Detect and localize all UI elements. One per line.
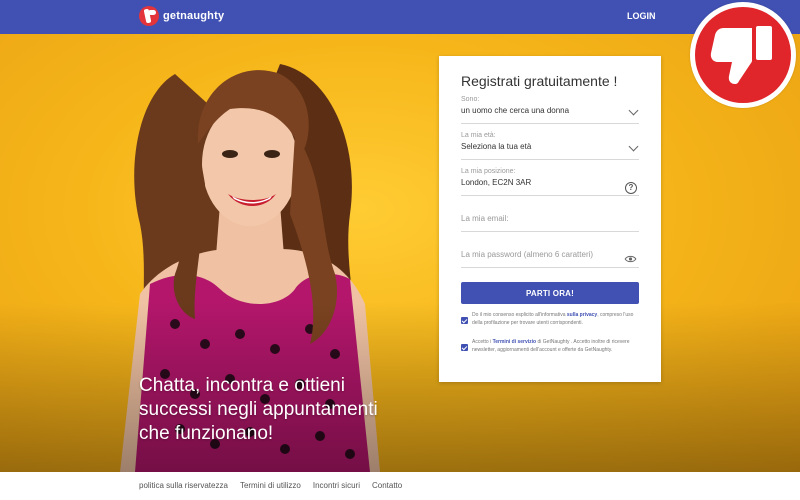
location-value: London, EC2N 3AR [461, 178, 532, 187]
age-select[interactable]: La mia età: Seleziona la tua età [461, 132, 639, 160]
privacy-checkbox[interactable] [461, 317, 468, 324]
password-placeholder: La mia password (almeno 6 caratteri) [461, 250, 594, 259]
tagline-line-3: che funzionano! [139, 423, 274, 444]
privacy-consent-text: Do il mio consenso esplicito all'informa… [472, 312, 634, 326]
site-logo[interactable]: getnaughty [139, 6, 224, 26]
privacy-consent: Do il mio consenso esplicito all'informa… [461, 312, 639, 327]
form-title: Registrati gratuitamente ! [461, 73, 618, 89]
eye-icon[interactable] [624, 255, 637, 263]
rating-badge [690, 2, 796, 108]
email-field[interactable]: La mia email: [461, 214, 639, 232]
footer-link-terms[interactable]: Termini di utilizzo [240, 481, 301, 490]
thumbs-down-icon [710, 26, 772, 84]
location-label: La mia posizione: [461, 168, 516, 175]
footer-link-contact[interactable]: Contatto [372, 481, 402, 490]
top-bar: getnaughty LOGIN [0, 0, 800, 34]
hero-tagline: Chatta, incontra e ottieni successi negl… [139, 374, 439, 446]
help-icon[interactable]: ? [625, 182, 637, 194]
tagline-line-1: Chatta, incontra e ottieni [139, 375, 345, 396]
footer-link-safe-dating[interactable]: Incontri sicuri [313, 481, 360, 490]
location-field[interactable]: La mia posizione: London, EC2N 3AR ? [461, 168, 639, 196]
footer-links: politica sulla riservatezza Termini di u… [139, 481, 402, 490]
terms-consent: Accetto i Termini di servizio di GetNaug… [461, 339, 639, 354]
footer-link-privacy[interactable]: politica sulla riservatezza [139, 481, 228, 490]
terms-consent-text: Accetto i Termini di servizio di GetNaug… [472, 339, 630, 353]
password-field[interactable]: La mia password (almeno 6 caratteri) [461, 250, 639, 268]
age-label: La mia età: [461, 132, 496, 139]
registration-form: Registrati gratuitamente ! Sono: un uomo… [439, 56, 661, 382]
logo-text: getnaughty [163, 10, 225, 22]
tagline-line-2: successi negli appuntamenti [139, 399, 378, 420]
submit-button[interactable]: PARTI ORA! [461, 282, 639, 304]
privacy-link[interactable]: sulla privacy [567, 312, 597, 318]
footer: politica sulla riservatezza Termini di u… [0, 472, 800, 500]
logo-icon [139, 6, 159, 26]
terms-link[interactable]: Termini di servizio [493, 339, 537, 345]
age-value: Seleziona la tua età [461, 142, 532, 151]
gender-select[interactable]: Sono: un uomo che cerca una donna [461, 96, 639, 124]
gender-value: un uomo che cerca una donna [461, 106, 570, 115]
hero-section: Chatta, incontra e ottieni successi negl… [0, 34, 800, 472]
terms-checkbox[interactable] [461, 344, 468, 351]
login-link[interactable]: LOGIN [627, 11, 656, 21]
gender-label: Sono: [461, 96, 480, 103]
email-placeholder: La mia email: [461, 214, 509, 223]
